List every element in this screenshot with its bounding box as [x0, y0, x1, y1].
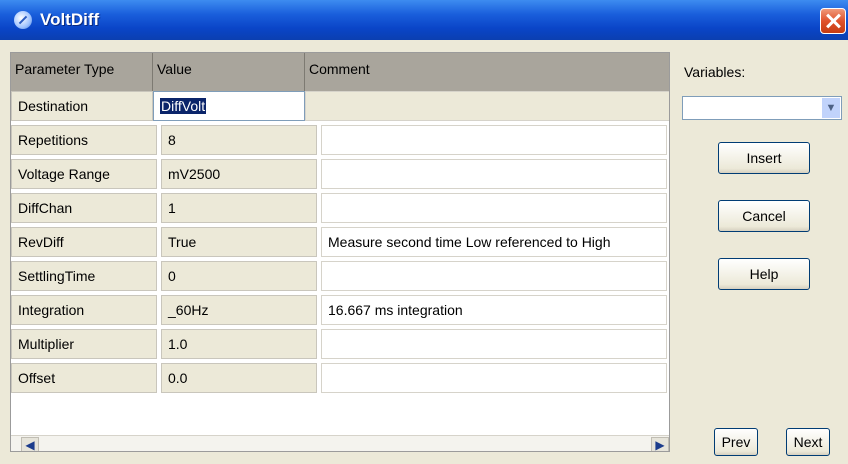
cancel-button[interactable]: Cancel [718, 200, 810, 232]
side-panel: Variables: ▼ Insert Cancel Help Prev Nex… [672, 40, 848, 464]
parameter-grid: Parameter Type Value Comment Destination… [10, 52, 670, 452]
param-value[interactable]: 8 [161, 125, 317, 155]
param-value-text: DiffVolt [160, 98, 207, 114]
param-comment[interactable] [321, 125, 667, 155]
param-value[interactable]: DiffVolt [153, 91, 305, 121]
prev-button[interactable]: Prev [714, 428, 758, 456]
variables-dropdown[interactable]: ▼ [682, 96, 842, 120]
next-button[interactable]: Next [786, 428, 830, 456]
table-row[interactable]: Voltage Range mV2500 [11, 159, 669, 193]
param-value[interactable]: 0 [161, 261, 317, 291]
table-row[interactable]: Multiplier 1.0 [11, 329, 669, 363]
chevron-down-icon[interactable]: ▼ [822, 98, 840, 118]
horizontal-scrollbar[interactable]: ◀ ▶ [11, 435, 669, 451]
param-value[interactable]: True [161, 227, 317, 257]
param-comment[interactable]: Measure second time Low referenced to Hi… [321, 227, 667, 257]
voltdiff-app-icon [14, 11, 32, 29]
variables-label: Variables: [684, 64, 746, 80]
help-button[interactable]: Help [718, 258, 810, 290]
param-comment[interactable]: 16.667 ms integration [321, 295, 667, 325]
param-comment[interactable] [321, 193, 667, 223]
table-row[interactable]: Offset 0.0 [11, 363, 669, 397]
table-row[interactable]: RevDiff True Measure second time Low ref… [11, 227, 669, 261]
close-icon[interactable] [820, 8, 846, 34]
arrow-left-icon[interactable]: ◀ [21, 437, 39, 451]
table-row[interactable]: Integration _60Hz 16.667 ms integration [11, 295, 669, 329]
param-name: Offset [11, 363, 157, 393]
param-name: Repetitions [11, 125, 157, 155]
param-name: SettlingTime [11, 261, 157, 291]
param-name: Voltage Range [11, 159, 157, 189]
param-name: RevDiff [11, 227, 157, 257]
arrow-right-icon[interactable]: ▶ [651, 437, 669, 451]
window-title: VoltDiff [40, 10, 100, 29]
column-header-value[interactable]: Value [153, 53, 305, 91]
param-name: Destination [11, 91, 153, 121]
table-row[interactable]: DiffChan 1 [11, 193, 669, 227]
column-header-comment[interactable]: Comment [305, 53, 669, 91]
param-value[interactable]: mV2500 [161, 159, 317, 189]
param-value[interactable]: _60Hz [161, 295, 317, 325]
column-header-parameter-type[interactable]: Parameter Type [11, 53, 153, 91]
table-row[interactable]: Repetitions 8 [11, 125, 669, 159]
param-value[interactable]: 0.0 [161, 363, 317, 393]
param-name: Integration [11, 295, 157, 325]
param-comment[interactable] [321, 159, 667, 189]
param-name: DiffChan [11, 193, 157, 223]
param-comment[interactable] [321, 363, 667, 393]
voltdiff-dialog: VoltDiff Parameter Type Value Comment De… [0, 0, 848, 464]
param-name: Multiplier [11, 329, 157, 359]
param-comment[interactable] [305, 91, 669, 121]
param-value[interactable]: 1 [161, 193, 317, 223]
param-comment[interactable] [321, 261, 667, 291]
table-row[interactable]: SettlingTime 0 [11, 261, 669, 295]
param-comment[interactable] [321, 329, 667, 359]
insert-button[interactable]: Insert [718, 142, 810, 174]
title-bar[interactable]: VoltDiff [0, 0, 848, 40]
table-row[interactable]: Destination DiffVolt [11, 91, 669, 125]
param-value[interactable]: 1.0 [161, 329, 317, 359]
